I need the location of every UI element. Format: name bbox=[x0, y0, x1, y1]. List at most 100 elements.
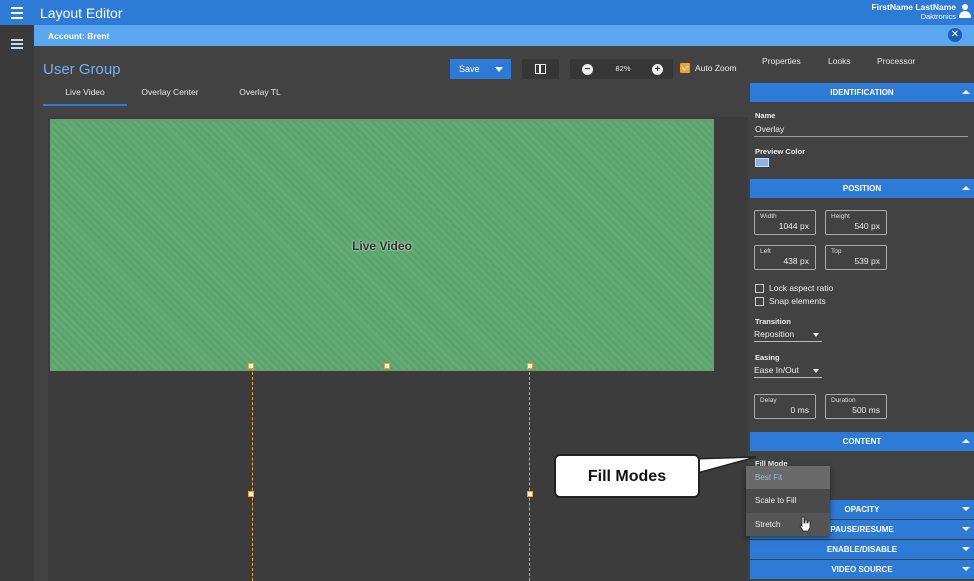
position-title: POSITION bbox=[842, 184, 882, 193]
identification-title: IDENTIFICATION bbox=[830, 88, 894, 97]
left-unit: px bbox=[800, 256, 809, 266]
save-label: Save bbox=[459, 64, 480, 74]
panel-tabs: Properties Looks Processor bbox=[748, 46, 974, 81]
left-label: Left bbox=[760, 248, 771, 255]
resize-handle[interactable] bbox=[248, 491, 254, 497]
content-header[interactable]: CONTENT bbox=[750, 432, 974, 451]
auto-zoom-toggle[interactable]: Auto Zoom bbox=[680, 63, 737, 73]
zoom-in-icon[interactable]: + bbox=[652, 64, 663, 75]
hand-cursor-icon bbox=[799, 516, 811, 532]
chevron-down-icon[interactable] bbox=[962, 547, 970, 551]
delay-field[interactable]: Delay 0 ms bbox=[754, 394, 816, 419]
resize-handle[interactable] bbox=[527, 491, 533, 497]
resize-handle[interactable] bbox=[527, 363, 533, 369]
duration-unit: ms bbox=[868, 405, 880, 415]
user-info[interactable]: FirstName LastName Daktronics bbox=[871, 2, 956, 22]
user-icon[interactable] bbox=[959, 4, 971, 18]
group-title: User Group bbox=[43, 61, 121, 78]
save-button[interactable]: Save bbox=[450, 59, 511, 79]
delay-value: 0 bbox=[790, 405, 796, 415]
name-label: Name bbox=[755, 111, 776, 120]
live-video-zone[interactable]: Live Video bbox=[50, 119, 714, 371]
top-field[interactable]: Top 539 px bbox=[825, 245, 887, 270]
zoom-value: 82% bbox=[615, 64, 631, 73]
fill-option-scale-to-fill[interactable]: Scale to Fill bbox=[746, 489, 830, 512]
lock-aspect-ratio[interactable]: Lock aspect ratio bbox=[755, 283, 833, 293]
close-icon[interactable]: ✕ bbox=[948, 28, 962, 42]
transition-label: Transition bbox=[755, 317, 791, 326]
editor-main: User Group Save − 82% + Auto Zoom Live V… bbox=[34, 46, 748, 581]
fill-option-stretch[interactable]: Stretch bbox=[746, 513, 830, 536]
width-field[interactable]: Width 1044 px bbox=[754, 210, 816, 235]
tab-live-video[interactable]: Live Video bbox=[43, 87, 127, 97]
width-label: Width bbox=[760, 213, 777, 220]
overlay-guide-right bbox=[529, 367, 530, 581]
left-nav bbox=[0, 25, 34, 581]
width-unit: px bbox=[800, 221, 809, 231]
chevron-down-icon[interactable] bbox=[962, 527, 970, 531]
resize-handle[interactable] bbox=[248, 363, 254, 369]
tab-processor[interactable]: Processor bbox=[877, 56, 915, 66]
callout-pointer bbox=[690, 456, 757, 476]
top-unit: px bbox=[871, 256, 880, 266]
preview-color-swatch[interactable] bbox=[755, 158, 769, 167]
chevron-up-icon[interactable] bbox=[962, 90, 970, 94]
hamburger-menu-icon[interactable] bbox=[0, 0, 34, 25]
chevron-down-icon[interactable] bbox=[495, 67, 503, 72]
layout-tabs: Live Video Overlay Center Overlay TL bbox=[34, 82, 748, 106]
preview-color-label: Preview Color bbox=[755, 147, 806, 156]
user-org: Daktronics bbox=[920, 12, 956, 21]
checkbox-icon[interactable] bbox=[755, 296, 764, 306]
checkbox-checked-icon[interactable] bbox=[680, 63, 690, 73]
left-value: 438 bbox=[783, 256, 798, 266]
layout-toggle-button[interactable] bbox=[522, 59, 559, 79]
list-icon[interactable] bbox=[11, 39, 23, 49]
tab-overlay-center[interactable]: Overlay Center bbox=[130, 87, 210, 97]
video-source-header[interactable]: VIDEO SOURCE bbox=[750, 560, 974, 579]
chevron-down-icon[interactable] bbox=[962, 507, 970, 511]
easing-value: Ease In/Out bbox=[754, 365, 799, 375]
height-unit: px bbox=[871, 221, 880, 231]
zoom-control: − 82% + bbox=[570, 59, 673, 79]
resize-handle[interactable] bbox=[384, 363, 390, 369]
enable-disable-title: ENABLE/DISABLE bbox=[826, 545, 898, 554]
delay-label: Delay bbox=[760, 397, 777, 404]
snap-elements[interactable]: Snap elements bbox=[755, 296, 826, 306]
panel-layout-icon bbox=[535, 64, 546, 74]
chevron-up-icon[interactable] bbox=[962, 186, 970, 190]
name-underline bbox=[754, 136, 968, 137]
height-field[interactable]: Height 540 px bbox=[825, 210, 887, 235]
easing-select[interactable]: Ease In/Out bbox=[754, 365, 822, 378]
checkbox-icon[interactable] bbox=[755, 283, 764, 293]
chevron-up-icon[interactable] bbox=[962, 439, 970, 443]
chevron-down-icon[interactable] bbox=[962, 567, 970, 571]
duration-field[interactable]: Duration 500 ms bbox=[825, 394, 887, 419]
chevron-down-icon bbox=[813, 333, 819, 337]
layout-canvas[interactable]: Live Video bbox=[48, 117, 748, 581]
duration-value: 500 bbox=[852, 405, 867, 415]
tab-properties[interactable]: Properties bbox=[762, 56, 801, 66]
height-label: Height bbox=[831, 213, 850, 220]
active-tab-indicator bbox=[43, 104, 127, 106]
easing-label: Easing bbox=[755, 353, 780, 362]
callout-text: Fill Modes bbox=[587, 468, 667, 485]
auto-zoom-label: Auto Zoom bbox=[695, 63, 737, 73]
transition-value: Reposition bbox=[754, 329, 795, 339]
account-bar: Account: Brent ✕ bbox=[34, 25, 974, 46]
tab-looks[interactable]: Looks bbox=[828, 56, 851, 66]
identification-header[interactable]: IDENTIFICATION bbox=[750, 83, 974, 102]
content-title: CONTENT bbox=[842, 437, 882, 446]
zoom-out-icon[interactable]: − bbox=[582, 64, 593, 75]
name-input[interactable]: Overlay bbox=[755, 124, 784, 134]
top-label: Top bbox=[831, 248, 842, 255]
snap-elements-label: Snap elements bbox=[769, 296, 826, 306]
pause-resume-title: PAUSE/RESUME bbox=[830, 525, 894, 534]
chevron-down-icon bbox=[813, 369, 819, 373]
enable-disable-header[interactable]: ENABLE/DISABLE bbox=[750, 540, 974, 559]
tab-overlay-tl[interactable]: Overlay TL bbox=[222, 87, 298, 97]
live-video-label: Live Video bbox=[352, 239, 412, 253]
transition-select[interactable]: Reposition bbox=[754, 329, 822, 342]
position-header[interactable]: POSITION bbox=[750, 179, 974, 198]
overlay-guide-left bbox=[252, 367, 253, 581]
left-field[interactable]: Left 438 px bbox=[754, 245, 816, 270]
